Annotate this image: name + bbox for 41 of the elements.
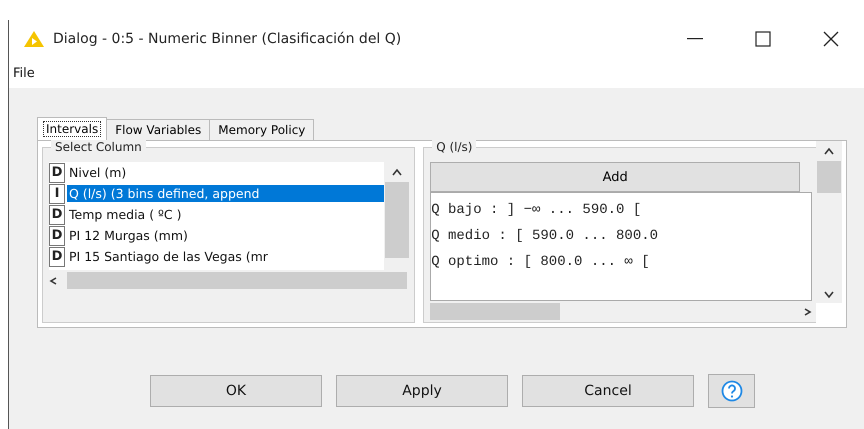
horizontal-scrollbar[interactable] [430,301,812,322]
type-indicator: D [49,204,65,224]
scroll-right-icon[interactable] [802,308,812,316]
help-icon [720,380,742,402]
menu-item[interactable]: File [13,66,35,80]
list-item[interactable]: Nivel (m) [67,164,384,181]
scrollbar-thumb[interactable] [430,303,560,320]
tab[interactable]: Intervals [37,117,108,140]
scrollbar-thumb[interactable] [817,161,841,193]
bin-item[interactable]: Q bajo : ] −∞ ... 590.0 [ [431,197,811,223]
vertical-scrollbar[interactable] [384,162,410,270]
triangle-logo-icon [23,30,45,48]
dialog-button[interactable]: OK [150,375,322,407]
scroll-left-icon[interactable] [49,276,59,284]
type-indicator: I [49,184,65,204]
type-indicator: D [49,226,65,246]
type-indicator: D [49,162,65,182]
scroll-up-icon[interactable] [824,147,834,155]
vertical-scrollbar[interactable] [816,141,842,303]
list-item[interactable]: Q (l/s) (3 bins defined, append [67,185,384,202]
bin-item[interactable]: Q medio : [ 590.0 ... 800.0 [431,223,811,249]
tab[interactable]: Memory Policy [209,119,314,140]
scrollbar-thumb[interactable] [67,272,407,289]
maximize-icon [755,31,771,47]
scroll-down-icon[interactable] [824,291,834,299]
help-button[interactable] [708,374,755,408]
group-title: Select Column [51,140,146,154]
list-item[interactable]: Temp media ( ºC ) [67,206,384,223]
window-title: Dialog - 0:5 - Numeric Binner (Clasificación del Q) [53,31,402,47]
dialog-button[interactable]: Apply [336,375,508,407]
scroll-up-icon[interactable] [392,168,402,176]
scrollbar-thumb[interactable] [385,182,410,258]
add-button[interactable]: Add [430,162,800,192]
dialog-button[interactable]: Cancel [522,375,694,407]
close-icon [823,31,839,47]
minimize-icon [687,38,703,40]
bin-item[interactable]: Q optimo : [ 800.0 ... ∞ [ [431,249,811,275]
list-item[interactable]: PI 12 Murgas (mm) [67,227,384,244]
list-item[interactable]: PI 15 Santiago de las Vegas (mr [67,248,384,265]
group-title: Q (l/s) [432,140,476,154]
type-indicator: D [49,246,65,266]
